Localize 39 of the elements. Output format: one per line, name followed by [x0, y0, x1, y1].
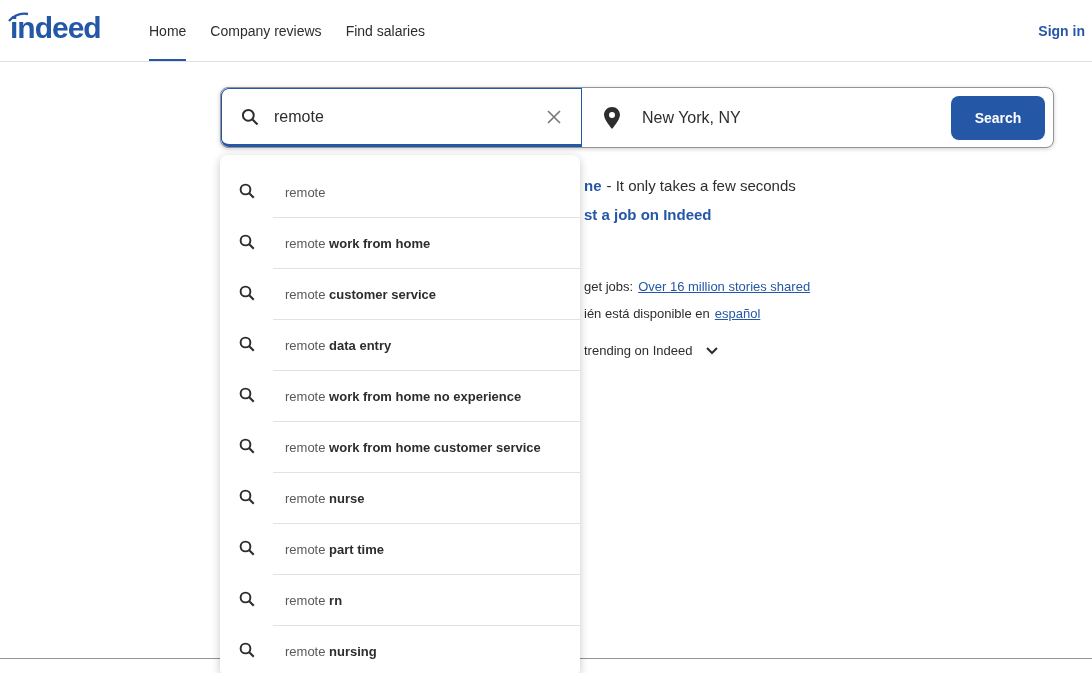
search-icon: [238, 488, 256, 506]
suggestion-item[interactable]: remote: [285, 184, 326, 200]
promo-text: - It only takes a few seconds: [606, 176, 796, 194]
sign-in-link[interactable]: Sign in: [1038, 0, 1085, 61]
search-icon: [238, 182, 256, 200]
stories-text: get jobs:: [584, 279, 634, 294]
language-text: ién está disponible en: [584, 306, 710, 321]
suggestion-item[interactable]: remote work from home no experience: [285, 388, 522, 404]
suggestion-item[interactable]: remote customer service: [285, 286, 437, 302]
search-icon: [240, 106, 260, 127]
suggestion-item[interactable]: remote nursing: [285, 644, 377, 659]
search-icon: [238, 539, 256, 557]
link[interactable]: ne: [584, 176, 602, 194]
search-icon: [238, 590, 256, 608]
suggestion-item[interactable]: remote rn: [285, 592, 343, 608]
nav-tab[interactable]: Company reviews: [210, 0, 322, 61]
search-button[interactable]: Search: [951, 95, 1045, 140]
suggestion-item[interactable]: remote nurse: [285, 490, 365, 506]
suggestion-item[interactable]: remote work from home customer service: [285, 439, 541, 455]
post-job-link[interactable]: st a job on Indeed: [584, 205, 712, 223]
suggestion-item[interactable]: remote work from home: [285, 235, 431, 251]
nav-tab[interactable]: Home: [149, 0, 187, 61]
location-pin-icon: [604, 106, 620, 129]
stories-link[interactable]: Over 16 million stories shared: [638, 279, 811, 294]
spanish-link[interactable]: español: [714, 306, 761, 321]
chevron-icon[interactable]: [706, 346, 719, 355]
trending-text[interactable]: trending on Indeed: [584, 343, 693, 358]
search-icon: [238, 437, 256, 455]
search-icon: [238, 284, 256, 302]
logo[interactable]: indeed: [10, 10, 101, 45]
search-icon: [238, 335, 256, 353]
close-icon[interactable]: [547, 109, 561, 124]
location-field[interactable]: New York, NY: [640, 107, 951, 128]
nav-tab[interactable]: Find salaries: [345, 0, 425, 61]
search-icon: [238, 233, 256, 251]
suggestion-item[interactable]: remote data entry: [285, 337, 392, 353]
search-icon: [238, 386, 256, 404]
suggestion-item[interactable]: remote part time: [285, 541, 384, 557]
search-icon: [238, 641, 256, 659]
